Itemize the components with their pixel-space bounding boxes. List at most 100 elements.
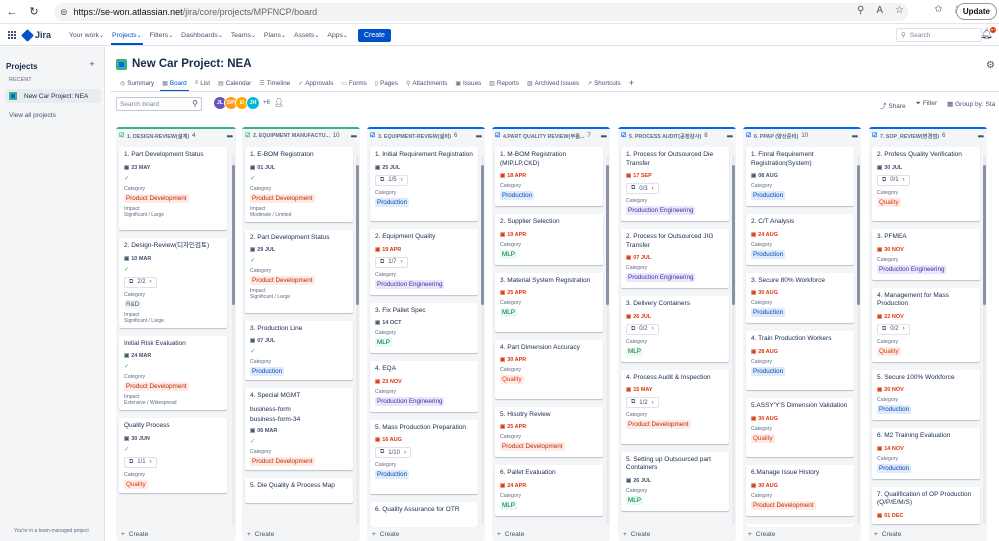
issue-card[interactable]: 3. Fix Pallet Spec ▣ 14 OCT Category MLP [370, 302, 478, 353]
issue-card[interactable]: 3. Delivery Containers ▣ 26 JUL ⧉ 0/2 › Catego… [621, 296, 729, 362]
scrollbar-thumb[interactable] [732, 165, 735, 305]
issue-card[interactable]: 1. Finral Requirement Registration(Syste… [746, 147, 854, 206]
tab-summary[interactable]: ◎ Summary [116, 76, 158, 90]
group-by-button[interactable]: ▦ Group by: Sta [947, 100, 995, 110]
reload-icon[interactable]: ↻ [26, 5, 42, 18]
back-icon[interactable]: ← [4, 6, 20, 18]
tab-calendar[interactable]: ▤ Calendar [214, 76, 255, 90]
issue-card[interactable]: 3. Material System Registration ▣ 25 APR Ca… [495, 272, 603, 332]
column-header[interactable]: ☑ 1. DESIGN-REVIEW(설계) 4 ••• [116, 127, 236, 143]
read-aloud-icon[interactable]: A [876, 5, 883, 16]
column-more-icon[interactable]: ••• [601, 132, 607, 141]
add-project-icon[interactable]: + [87, 59, 97, 69]
issue-card[interactable]: 2. Profess Quality Verification ▣ 30 JUL ⧉ 0… [872, 147, 980, 221]
column-scrollbar[interactable] [481, 155, 484, 525]
nav-item-your-work[interactable]: Your work ⌄ [65, 25, 108, 45]
issue-card[interactable]: 6. Quality Assurance for OTR [370, 501, 478, 527]
avatar[interactable]: JH [246, 96, 260, 110]
nav-item-apps[interactable]: Apps ⌄ [323, 25, 352, 45]
column-scrollbar[interactable] [732, 155, 735, 525]
scrollbar-thumb[interactable] [983, 165, 986, 305]
create-issue-button[interactable]: + Create [116, 527, 236, 541]
site-info-icon[interactable]: ⊜ [60, 7, 68, 18]
filter-button[interactable]: ⏷ Filter [916, 100, 937, 110]
address-bar[interactable]: ⊜ https://se-won.atlassian.net/jira/core… [54, 3, 908, 21]
tab-shortcuts[interactable]: ↗ Shortcuts [583, 76, 625, 90]
issue-card[interactable]: 5.ASSY'Y'S Dimension Validation ▣ 30 AUG Ca… [746, 398, 854, 457]
favorite-star-icon[interactable]: ☆ [895, 5, 904, 16]
subtasks-button[interactable]: ⧉ 0/2 › [877, 323, 910, 335]
tab-approvals[interactable]: ✓ Approvals [294, 76, 337, 90]
issue-card[interactable]: 6.Manage Issue History ▣ 30 AUG Category Pro… [746, 465, 854, 516]
column-scrollbar[interactable] [606, 155, 609, 525]
subtasks-button[interactable]: ⧉ 1/7 › [375, 256, 408, 268]
column-scrollbar[interactable] [857, 155, 860, 525]
column-more-icon[interactable]: ••• [978, 132, 984, 141]
app-switcher-icon[interactable] [8, 31, 16, 39]
issue-card[interactable]: 1. Initial Requirement Registration ▣ 25 J… [370, 147, 478, 221]
issue-card[interactable]: 4. Process Audit & Inspection ▣ 15 MAY ⧉ 1/2… [621, 369, 729, 444]
nav-item-dashboards[interactable]: Dashboards ⌄ [177, 25, 227, 45]
create-button[interactable]: Create [357, 28, 391, 42]
issue-card[interactable]: 3. PFMEA ▣ 30 NOV Category Production Engine… [872, 229, 980, 280]
view-all-projects-link[interactable]: View all projects [9, 112, 56, 119]
subtasks-button[interactable]: ⧉ 1/2 › [626, 397, 659, 408]
issue-card[interactable]: 4. EQA ▣ 23 NOV Category Production Engineer… [370, 361, 478, 412]
subtasks-button[interactable]: ⧉ 0/2 › [626, 323, 659, 335]
issue-card[interactable]: 2. Design-Review(디자인검토) ▣ 10 MAR ✓ ⧉ 2/2 › Cate… [119, 238, 227, 328]
issue-card[interactable]: 2. Supplier Selection ▣ 19 APR Category MLP [495, 214, 603, 265]
issue-card[interactable]: 6. Pallet Evaluation ▣ 24 APR Category MLP [495, 465, 603, 516]
tab-reports[interactable]: ▥ Reports [485, 76, 523, 90]
column-scrollbar[interactable] [356, 155, 359, 525]
nav-item-projects[interactable]: Projects ⌄ [108, 25, 146, 45]
column-scrollbar[interactable] [232, 155, 235, 525]
issue-card[interactable]: 2. Process for Outsourced JIG Transfer ▣ 0… [621, 229, 729, 288]
column-more-icon[interactable]: ••• [852, 132, 858, 141]
tab-pages[interactable]: ▯ Pages [371, 76, 402, 90]
issue-card[interactable]: 2. Equipment Quality ▣ 19 APR ⧉ 1/7 › Category… [370, 229, 478, 295]
zoom-icon[interactable]: ⚲ [857, 5, 864, 16]
tab-board[interactable]: ▦ Board [158, 76, 190, 92]
column-header[interactable]: ☑ 3. EQUIPMENT-REVIEW(설비) 6 ••• [367, 127, 485, 143]
global-search-input[interactable]: ⚲ Search [896, 28, 982, 42]
issue-card[interactable]: 5. Die Quality & Process Map [245, 477, 353, 503]
add-tab-button[interactable]: + [625, 76, 638, 90]
column-header[interactable]: ☑ 7. SOP_REVIEW(변경점) 6 ••• [869, 127, 987, 143]
update-button[interactable]: Update [955, 3, 997, 20]
column-scrollbar[interactable] [983, 155, 986, 525]
scrollbar-thumb[interactable] [232, 165, 235, 305]
subtasks-button[interactable]: ⧉ 2/2 › [124, 276, 157, 288]
sidebar-item-project[interactable]: New Car Project: NEA [5, 89, 101, 103]
subtasks-button[interactable]: ⧉ 1/1 › [124, 456, 157, 468]
issue-card[interactable]: 3. Secure 80% Workforce ▣ 30 AUG Category Pr… [746, 272, 854, 323]
project-settings-gear-icon[interactable]: ⚙ [986, 60, 995, 71]
scrollbar-thumb[interactable] [857, 165, 860, 305]
nav-item-teams[interactable]: Teams ⌄ [227, 25, 260, 45]
issue-card[interactable]: 4. Train Production Workers ▣ 28 AUG Catego… [746, 331, 854, 390]
column-more-icon[interactable]: ••• [727, 132, 733, 141]
issue-card[interactable]: 2. C/T Analysis ▣ 24 AUG Category Production [746, 214, 854, 265]
issue-card[interactable]: 5. Mass Production Preparation ▣ 16 AUG ⧉ 1/… [370, 419, 478, 494]
jira-logo[interactable]: Jira [21, 28, 51, 42]
notifications-bell-icon[interactable]: 🔔︎ 9+ [980, 27, 996, 40]
scrollbar-thumb[interactable] [606, 165, 609, 305]
tab-attachments[interactable]: ⚲ Attachments [402, 76, 451, 90]
subtasks-button[interactable]: ⧉ 0/1 › [877, 174, 910, 186]
issue-card[interactable]: 5. Secure 100% Workforce ▣ 20 NOV Category P… [872, 369, 980, 420]
share-button[interactable]: ⤴ Share [880, 100, 906, 110]
create-issue-button[interactable]: + Create [367, 527, 485, 541]
issue-card[interactable]: 1. Process for Outsourced Die Transfer ▣ 1… [621, 147, 729, 221]
nav-item-assets[interactable]: Assets ⌄ [290, 25, 323, 45]
subtasks-button[interactable]: ⧉ 0/3 › [626, 183, 659, 194]
nav-item-plans[interactable]: Plans ⌄ [260, 25, 290, 45]
issue-card[interactable]: 6. M2 Training Evaluation ▣ 14 NOV Category… [872, 428, 980, 479]
column-header[interactable]: ☑ 4.PART QUALITY REVIEW(부품... 7 ••• [492, 127, 610, 143]
create-issue-button[interactable]: + Create [242, 527, 360, 541]
create-issue-button[interactable]: + Create [743, 527, 861, 541]
tab-timeline[interactable]: ☰ Timeline [255, 76, 294, 90]
tab-archived-issues[interactable]: ▨ Archived Issues [523, 76, 583, 90]
issue-card[interactable]: 5. Setting up Outsourced part Containers… [621, 451, 729, 511]
column-header[interactable]: ☑ 6. PPAP (양산준비) 10 ••• [743, 127, 861, 143]
column-more-icon[interactable]: ••• [476, 132, 482, 141]
subtasks-button[interactable]: ⧉ 1/10 › [375, 447, 411, 458]
